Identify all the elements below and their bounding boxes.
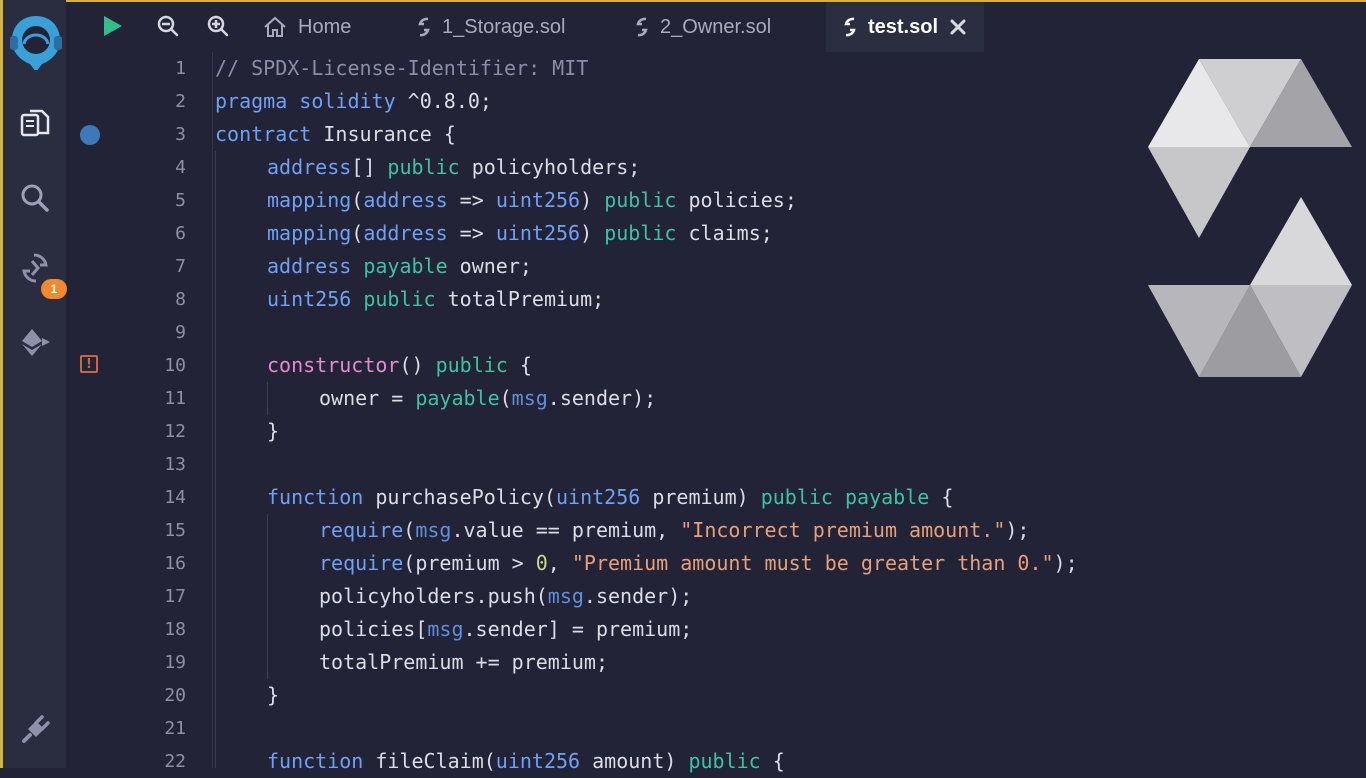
line-number: 6 xyxy=(175,223,186,244)
home-icon xyxy=(264,16,286,37)
solidity-logo-icon xyxy=(1148,59,1352,377)
compiler-badge: 1 xyxy=(41,279,67,299)
line-number: 21 xyxy=(164,718,186,739)
line-number: 9 xyxy=(175,322,186,343)
line-number: 2 xyxy=(175,91,186,112)
code-line-18: policies[msg.sender] = premium; xyxy=(319,617,693,641)
code-line-20: } xyxy=(267,683,280,707)
tab-label: test.sol xyxy=(867,15,939,38)
code-line-7: address payable owner; xyxy=(267,254,532,278)
code-line-10: constructor() public { xyxy=(267,353,532,377)
line-number: 12 xyxy=(164,421,186,442)
line-number: 20 xyxy=(164,685,186,706)
code-line-19: totalPremium += premium; xyxy=(319,650,608,674)
icon-panel: 1 xyxy=(0,0,67,768)
tab-2-owner[interactable]: 2_Owner.sol xyxy=(634,2,771,52)
code-line-4: address[] public policyholders; xyxy=(267,155,641,179)
run-icon[interactable] xyxy=(96,10,128,42)
code-line-16: require(premium > 0, "Premium amount mus… xyxy=(319,551,1078,575)
solidity-file-icon xyxy=(418,17,430,37)
line-number: 8 xyxy=(175,289,186,310)
code-line-1: // SPDX-License-Identifier: MIT xyxy=(215,56,589,80)
code-line-12: } xyxy=(267,419,280,443)
solidity-file-icon xyxy=(636,17,648,37)
line-number: 19 xyxy=(164,652,186,673)
line-number: 7 xyxy=(175,256,186,277)
line-number: 18 xyxy=(164,619,186,640)
tab-test-sol[interactable]: test.sol xyxy=(826,2,984,52)
indent-guide xyxy=(215,151,216,768)
file-explorer-icon[interactable] xyxy=(15,104,55,144)
code-line-2: pragma solidity ^0.8.0; xyxy=(215,89,492,113)
indent-guide xyxy=(267,382,268,415)
line-number: 22 xyxy=(164,751,186,772)
zoom-out-icon[interactable] xyxy=(152,10,184,42)
code-line-11: owner = payable(msg.sender); xyxy=(319,386,657,410)
code-line-5: mapping(address => uint256) public polic… xyxy=(267,188,797,212)
plugin-manager-icon[interactable] xyxy=(15,710,55,750)
tab-label: 1_Storage.sol xyxy=(442,15,566,38)
code-line-6: mapping(address => uint256) public claim… xyxy=(267,221,773,245)
code-line-8: uint256 public totalPremium; xyxy=(267,287,605,311)
editor-tab-bar: Home 1_Storage.sol 2_Owner.sol test.sol xyxy=(66,0,1366,52)
code-line-15: require(msg.value == premium, "Incorrect… xyxy=(319,518,1030,542)
breakpoint-marker[interactable] xyxy=(80,125,100,145)
tab-home[interactable]: Home xyxy=(262,2,351,52)
warning-icon[interactable]: ! xyxy=(80,355,98,373)
tab-label: Home xyxy=(298,15,352,38)
line-number: 4 xyxy=(175,157,186,178)
editor-gutter: ! 1 2 3 4 5 6 7 8 9 10 11 12 13 14 15 16… xyxy=(66,52,212,772)
code-line-22: function fileClaim(uint256 amount) publi… xyxy=(267,749,785,773)
code-line-17: policyholders.push(msg.sender); xyxy=(319,584,693,608)
indent-guide xyxy=(267,514,268,679)
code-line-3: contract Insurance { xyxy=(215,122,456,146)
line-number: 11 xyxy=(164,388,186,409)
line-number: 3 xyxy=(175,124,186,145)
line-number: 16 xyxy=(164,553,186,574)
tab-label: 2_Owner.sol xyxy=(660,15,772,38)
line-number: 10 xyxy=(164,355,186,376)
line-number: 5 xyxy=(175,190,186,211)
remix-ide-window: 1 Home 1_Storage.sol 2_Owner.sol test.so… xyxy=(0,0,1366,773)
code-line-14: function purchasePolicy(uint256 premium)… xyxy=(267,485,954,509)
search-icon[interactable] xyxy=(15,178,55,218)
tab-1-storage[interactable]: 1_Storage.sol xyxy=(416,2,565,52)
line-number: 13 xyxy=(164,454,186,475)
line-number: 17 xyxy=(164,586,186,607)
line-number: 14 xyxy=(164,487,186,508)
close-icon[interactable] xyxy=(948,17,968,37)
solidity-file-icon xyxy=(844,17,856,37)
line-number: 15 xyxy=(164,520,186,541)
remix-logo-icon[interactable] xyxy=(5,10,67,70)
line-number: 1 xyxy=(175,58,186,79)
deploy-run-icon[interactable] xyxy=(15,322,55,362)
zoom-in-icon[interactable] xyxy=(202,10,234,42)
